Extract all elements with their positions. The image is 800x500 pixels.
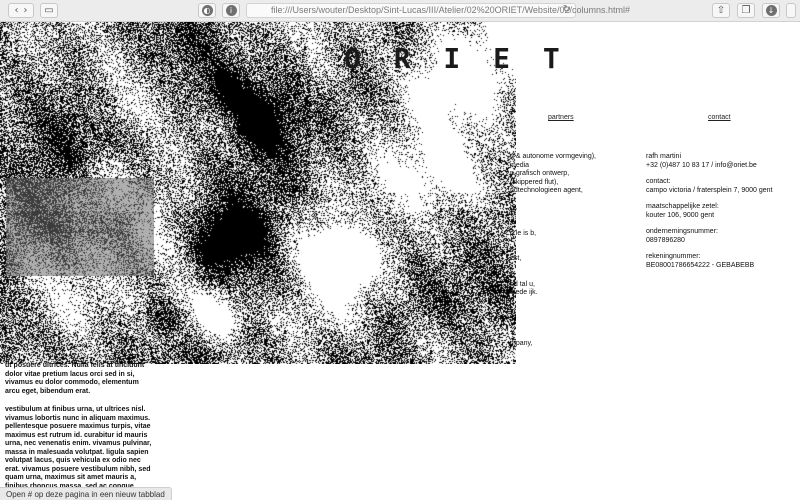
- sidebar-button[interactable]: ▭: [40, 3, 58, 18]
- contact-phone-email[interactable]: +32 (0)487 10 83 17 / info@oriet.be: [646, 162, 757, 169]
- partners-list: u & autonome vormgeving), media n grafisch…: [510, 153, 620, 349]
- partners-line: s,: [510, 314, 516, 322]
- partners-line: mpany,: [510, 340, 533, 347]
- partners-line: pd tal u,: [510, 280, 535, 288]
- partners-line: [510, 238, 620, 247]
- partners-line: [510, 298, 620, 307]
- paragraph: ut posuere ultrices. Nulla felis at tinc…: [5, 362, 145, 395]
- forward-icon[interactable]: ›: [24, 5, 28, 16]
- partners-line: n grafisch ontwerp,: [510, 170, 570, 177]
- paragraph: vestibulum at finibus urna, ut ultrices …: [5, 406, 152, 498]
- back-forward-group: ‹ ›: [8, 3, 34, 18]
- image-overlay-box: [6, 178, 154, 276]
- partners-line: [510, 221, 620, 230]
- nav-link-contact[interactable]: contact: [708, 114, 731, 121]
- bank-value: BE08001786654222 - GEBABEBB: [646, 261, 755, 269]
- left-text-column: ut posuere ultrices. Nulla felis at tinc…: [5, 362, 155, 500]
- nav-link-partners[interactable]: partners: [548, 114, 574, 121]
- partners-line: est,: [510, 255, 522, 262]
- link-status-bar: Open # op deze pagina in een nieuw tabbl…: [0, 487, 172, 500]
- seat-value: kouter 106, 9000 gent: [646, 211, 715, 219]
- extra-toolbar-button[interactable]: [786, 3, 796, 18]
- downloads-button[interactable]: ↓: [762, 3, 780, 18]
- partners-line: ry,: [510, 204, 518, 211]
- address-title: contact:: [646, 178, 671, 185]
- partners-line: (skippered flut),: [510, 178, 559, 186]
- partners-line: r,: [510, 272, 514, 279]
- partners-line: s,: [510, 246, 516, 254]
- partners-line: [510, 332, 620, 341]
- tabs-button[interactable]: ❐: [737, 3, 755, 18]
- address-url: file:///Users/wouter/Desktop/Sint-Lucas/…: [271, 5, 630, 15]
- contact-column: rafh martini +32 (0)487 10 83 17 / info@…: [646, 153, 796, 278]
- site-logo[interactable]: O R I E T: [344, 42, 568, 75]
- share-button[interactable]: ⇧: [712, 3, 730, 18]
- partners-line: media: [510, 161, 530, 169]
- partners-line: [510, 264, 620, 273]
- browser-toolbar: ‹ › ▭ ◐ i file:///Users/wouter/Desktop/S…: [0, 0, 800, 22]
- privacy-report-icon: ◐: [201, 5, 213, 16]
- reload-icon[interactable]: ↻: [563, 4, 571, 15]
- downloads-icon: ↓: [765, 5, 777, 16]
- share-icon: ⇧: [716, 5, 726, 16]
- partners-line: [510, 306, 620, 315]
- bank-title: rekeningnummer:: [646, 253, 701, 260]
- partners-line: [510, 323, 620, 332]
- shield-button[interactable]: i: [222, 3, 240, 18]
- partners-line: [510, 213, 620, 222]
- partners-line: stede ijk.: [510, 289, 538, 296]
- tabs-icon: ❐: [741, 5, 751, 16]
- web-page: O R I E T partners contact u & autonome …: [0, 22, 800, 500]
- shield-icon: i: [225, 5, 237, 16]
- contact-name: rafh martini: [646, 153, 682, 160]
- address-value: campo victoria / fratersplein 7, 9000 ge…: [646, 186, 773, 194]
- back-icon[interactable]: ‹: [15, 5, 19, 16]
- privacy-report-button[interactable]: ◐: [198, 3, 216, 18]
- company-number-value: 0897896280: [646, 236, 685, 244]
- partners-line: ndtechnologieen agent,: [510, 187, 583, 194]
- partners-line: p le is b,: [510, 229, 537, 237]
- address-bar[interactable]: file:///Users/wouter/Desktop/Sint-Lucas/…: [246, 3, 630, 18]
- partners-line: [510, 196, 620, 205]
- partners-line: u & autonome vormgeving),: [510, 153, 596, 160]
- seat-title: maatschappelijke zetel:: [646, 203, 719, 210]
- sidebar-icon: ▭: [44, 5, 54, 16]
- company-number-title: ondernemingsnummer:: [646, 228, 718, 235]
